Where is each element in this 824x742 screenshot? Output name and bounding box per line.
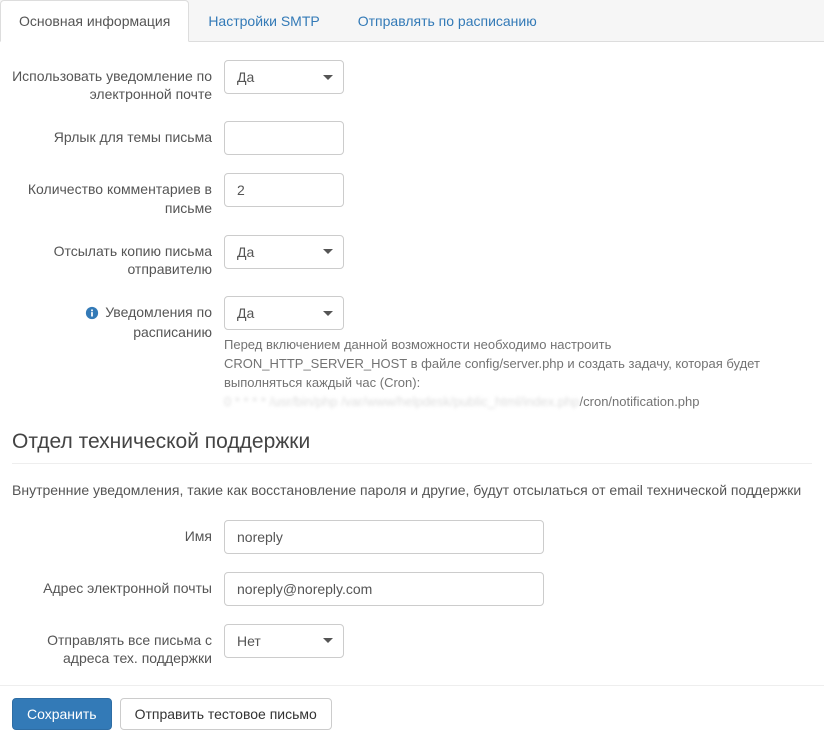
help-text-suffix: /cron/notification.php — [580, 394, 700, 409]
tab-main[interactable]: Основная информация — [0, 0, 189, 42]
label-send-copy: Отсылать копию письма отправителю — [12, 235, 224, 278]
row-send-copy: Отсылать копию письма отправителю Да — [12, 235, 812, 278]
label-scheduled-notifications-text: Уведомления по расписанию — [105, 304, 212, 339]
footer-bar: Сохранить Отправить тестовое письмо — [0, 685, 824, 742]
select-send-all-from-support[interactable]: Нет — [224, 624, 344, 658]
label-support-name: Имя — [12, 520, 224, 545]
row-subject-label: Ярлык для темы письма — [12, 121, 812, 155]
info-icon — [85, 304, 99, 322]
row-send-all-from-support: Отправлять все письма с адреса тех. подд… — [12, 624, 812, 667]
label-support-email: Адрес электронной почты — [12, 572, 224, 597]
support-section-heading: Отдел технической поддержки — [12, 430, 812, 464]
row-scheduled-notifications: Уведомления по расписанию Да Перед включ… — [12, 296, 812, 411]
input-subject-label[interactable] — [224, 121, 344, 155]
save-button[interactable]: Сохранить — [12, 698, 112, 730]
label-comments-per-email: Количество комментариев в письме — [12, 173, 224, 216]
select-use-email-notification[interactable]: Да — [224, 60, 344, 94]
row-use-email-notification: Использовать уведомление по электронной … — [12, 60, 812, 103]
select-scheduled-notifications[interactable]: Да — [224, 296, 344, 330]
select-send-copy[interactable]: Да — [224, 235, 344, 269]
help-scheduled-notifications: Перед включением данной возможности необ… — [224, 336, 812, 411]
test-email-button[interactable]: Отправить тестовое письмо — [120, 698, 332, 730]
input-support-email[interactable] — [224, 572, 544, 606]
row-comments-per-email: Количество комментариев в письме — [12, 173, 812, 216]
help-text-line1: Перед включением данной возможности необ… — [224, 337, 760, 390]
input-comments-per-email[interactable] — [224, 173, 344, 207]
tab-bar: Основная информация Настройки SMTP Отпра… — [0, 0, 824, 42]
support-section-desc: Внутренние уведомления, такие как восста… — [12, 482, 812, 498]
label-subject-label: Ярлык для темы письма — [12, 121, 224, 146]
form-container: Использовать уведомление по электронной … — [0, 42, 824, 667]
label-scheduled-notifications: Уведомления по расписанию — [12, 296, 224, 341]
row-support-email: Адрес электронной почты — [12, 572, 812, 606]
row-support-name: Имя — [12, 520, 812, 554]
label-send-all-from-support: Отправлять все письма с адреса тех. подд… — [12, 624, 224, 667]
label-use-email-notification: Использовать уведомление по электронной … — [12, 60, 224, 103]
tab-smtp[interactable]: Настройки SMTP — [189, 0, 338, 42]
help-text-blurred: 0 * * * * /usr/bin/php /var/www/helpdesk… — [224, 394, 580, 409]
input-support-name[interactable] — [224, 520, 544, 554]
tab-schedule[interactable]: Отправлять по расписанию — [339, 0, 556, 42]
